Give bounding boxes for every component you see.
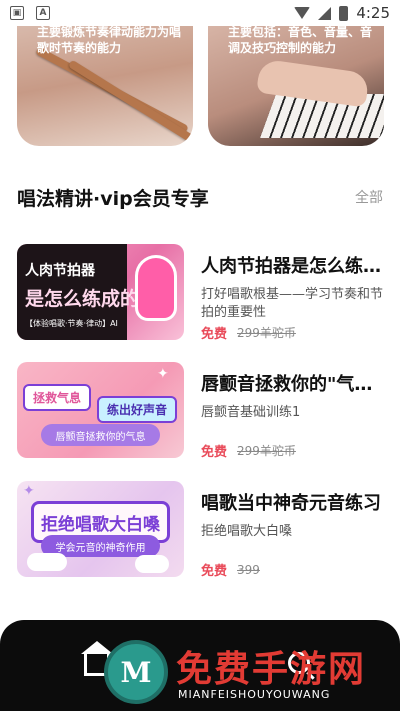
tone-control-card[interactable]: 主要包括：音色、音量、音调及技巧控制的能力 [208,26,384,146]
course-thumbnail: 拒绝唱歌大白嗓 学会元音的神奇作用 ✦ [17,481,184,577]
cloud-icon [27,553,67,571]
course-thumbnail: 拯救气息 练出好声音 唇颤音拯救你的气息 ✦ [17,362,184,458]
thumbnail-tag: 【体验唱歌·节奏·律动】AI [25,319,118,328]
course-thumbnail: 人肉节拍器 是怎么练成的 【体验唱歌·节奏·律动】AI [17,244,184,340]
price-original: 299羊驼币 [237,444,296,458]
font-icon: A [36,6,50,20]
watermark-logo: M [104,640,168,704]
thumbnail-caption: 是怎么练成的 [25,288,140,310]
price-original: 299羊驼币 [237,326,296,340]
card-description: 主要包括：音色、音量、音调及技巧控制的能力 [228,26,373,55]
thumbnail-tag: 练出好声音 [97,396,178,423]
thumbnail-banner: 唇颤音拯救你的气息 [41,424,160,446]
image-icon: ▣ [10,6,24,20]
view-all-link[interactable]: 全部 [355,187,383,207]
price-row: 免费 299羊驼币 [201,441,296,460]
course-item[interactable]: 人肉节拍器 是怎么练成的 【体验唱歌·节奏·律动】AI 人肉节拍器是怎么练成的 … [17,244,387,344]
course-description: 唇颤音基础训练1 [201,405,301,420]
price-free: 免费 [201,327,228,342]
price-free: 免费 [201,445,228,460]
signal-icon [318,6,332,20]
hand-gesture-image [138,258,174,318]
watermark-subtitle: MIANFEISHOUYOUWANG [178,688,331,701]
price-original: 399 [237,562,260,577]
section-title: 唱法精讲·vip会员专享 [17,187,209,210]
card-description: 主要锻炼节奏律动能力为唱歌时节奏的能力 [37,26,182,55]
price-free: 免费 [201,564,228,579]
clock: 4:25 [356,4,390,22]
price-row: 免费 299羊驼币 [201,323,296,342]
drumstick-image [67,59,193,146]
course-description: 打好唱歌根基——学习节奏和节拍的重要性 [201,287,384,320]
cloud-icon [135,555,169,573]
course-title: 唇颤音拯救你的"气息" [201,374,381,395]
course-title: 人肉节拍器是怎么练成的 [201,256,381,277]
course-item[interactable]: 拒绝唱歌大白嗓 学会元音的神奇作用 ✦ 唱歌当中神奇元音练习 拒绝唱歌大白嗓 免… [17,481,387,581]
wifi-icon [294,7,311,19]
course-title: 唱歌当中神奇元音练习 [201,493,381,514]
course-item[interactable]: 拯救气息 练出好声音 唇颤音拯救你的气息 ✦ 唇颤音拯救你的"气息" 唇颤音基础… [17,362,387,462]
watermark-title: 免费手游网 [176,649,367,690]
thumbnail-caption: 人肉节拍器 [25,263,95,279]
top-banner-cards: 主要锻炼节奏律动能力为唱歌时节奏的能力 主要包括：音色、音量、音调及技巧控制的能… [0,26,400,148]
status-bar: ▣ A 4:25 [0,0,400,26]
rhythm-training-card[interactable]: 主要锻炼节奏律动能力为唱歌时节奏的能力 [17,26,193,146]
star-icon: ✦ [157,366,169,382]
thumbnail-tag: 拯救气息 [23,384,92,411]
star-icon: ✦ [23,483,35,499]
section-header: 唱法精讲·vip会员专享 全部 [17,180,383,214]
course-description: 拒绝唱歌大白嗓 [201,524,293,539]
price-row: 免费 399 [201,560,260,580]
battery-icon [339,5,349,21]
